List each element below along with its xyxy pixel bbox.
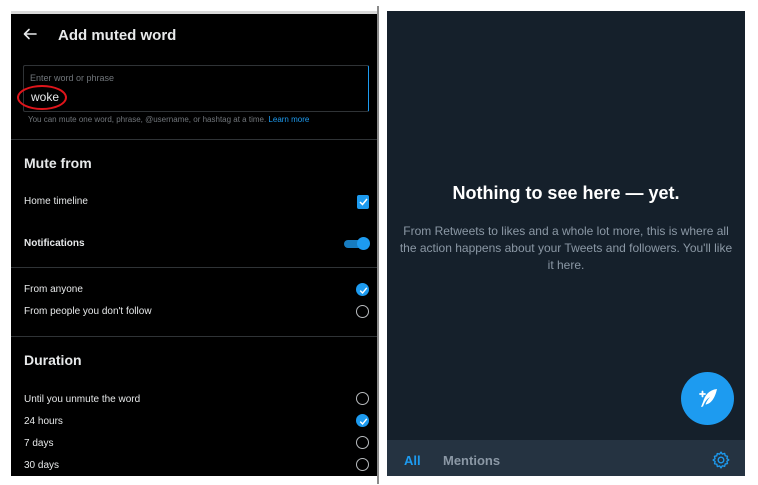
duration-option-radio[interactable] [356,392,369,405]
home-timeline-label: Home timeline [24,196,88,207]
from-anyone-label: From anyone [24,284,83,295]
duration-option-label: 30 days [24,460,60,471]
red-annotation-circle [17,85,67,110]
mute-from-title: Mute from [24,155,92,171]
duration-option-label: 7 days [24,438,54,449]
empty-state-title: Nothing to see here — yet. [452,183,680,203]
muted-word-input[interactable]: Enter word or phrase woke [23,65,369,112]
from-not-following-label: From people you don't follow [24,306,152,317]
gear-icon[interactable] [711,450,731,470]
duration-option-label: Until you unmute the word [24,394,141,405]
back-arrow-icon[interactable] [23,27,37,41]
toggle-knob [357,237,370,250]
duration-option-radio[interactable] [356,458,369,471]
divider [11,139,378,140]
divider [11,336,378,337]
notifications-toggle[interactable] [344,237,370,250]
page-title: Add muted word [58,27,177,44]
header: Add muted word [11,14,378,58]
bottom-tab-bar: All Mentions [387,440,745,476]
add-muted-word-panel: Add muted word Enter word or phrase woke… [11,11,378,476]
tab-all[interactable]: All [404,453,421,468]
muted-word-help: You can mute one word, phrase, @username… [28,115,309,124]
compose-tweet-button[interactable] [681,372,734,425]
from-not-following-radio[interactable] [356,305,369,318]
duration-title: Duration [24,352,82,368]
panel-separator [377,6,379,484]
duration-option-radio[interactable] [356,436,369,449]
notifications-label: Notifications [24,238,85,249]
duration-option-radio[interactable] [356,414,369,427]
divider [11,267,378,268]
tab-mentions[interactable]: Mentions [443,453,500,468]
notifications-panel: Nothing to see here — yet. From Retweets… [387,11,745,476]
duration-option-label: 24 hours [24,416,63,427]
from-anyone-radio[interactable] [356,283,369,296]
muted-word-placeholder: Enter word or phrase [30,73,115,83]
home-timeline-checkbox[interactable] [357,195,369,209]
empty-state-body: From Retweets to likes and a whole lot m… [399,224,733,272]
muted-word-help-text: You can mute one word, phrase, @username… [28,115,267,124]
learn-more-link[interactable]: Learn more [268,115,309,124]
